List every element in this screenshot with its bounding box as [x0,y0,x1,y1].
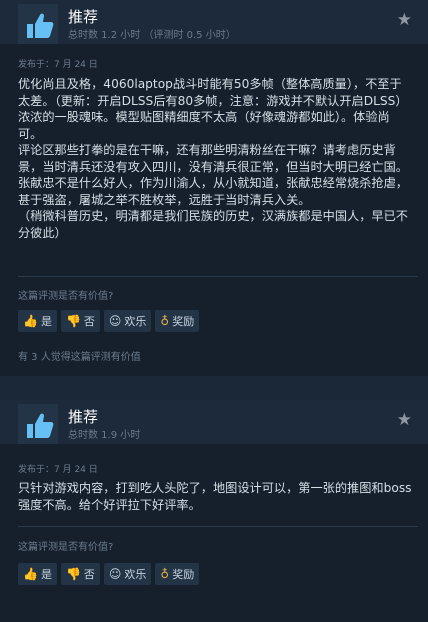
vote-funny-label: 欢乐 [124,315,147,328]
vote-yes-button[interactable]: 👍 是 [18,563,57,585]
divider [18,526,418,527]
review-paragraph: 优化尚且及格，4060laptop战斗时能有50多帧（整体高质量），不至于太差。… [18,77,408,108]
divider [18,276,418,277]
vote-buttons: 👍 是 👎 否 ☺ 欢乐 ♁ 奖励 [18,310,200,332]
thumbs-up-icon [18,404,58,444]
posted-date: 发布于：7 月 24 日 [18,465,98,475]
star-icon[interactable]: ★ [397,412,412,429]
smiley-icon: ☺ [108,567,122,581]
playtime: 总时数 1.9 小时 [68,430,141,441]
star-icon[interactable]: ★ [397,12,412,29]
recommendation-title: 推荐 [68,8,99,26]
review-card: 推荐 总时数 1.2 小时 （评测时 0.5 小时） ★ 发布于：7 月 24 … [0,0,428,376]
vote-buttons: 👍 是 👎 否 ☺ 欢乐 ♁ 奖励 [18,563,200,585]
posted-date: 发布于：7 月 24 日 [18,60,98,70]
vote-no-label: 否 [83,568,95,581]
award-button[interactable]: ♁ 奖励 [155,563,200,585]
award-label: 奖励 [172,315,195,328]
review-header: 推荐 总时数 1.2 小时 （评测时 0.5 小时） ★ [0,0,428,44]
review-body: 优化尚且及格，4060laptop战斗时能有50多帧（整体高质量），不至于太差。… [18,76,413,241]
vote-yes-button[interactable]: 👍 是 [18,310,57,332]
thumbs-up-icon [18,4,58,44]
thumbs-up-icon: 👍 [23,314,38,328]
helpful-question: 这篇评测是否有价值? [18,542,114,553]
vote-funny-button[interactable]: ☺ 欢乐 [103,563,152,585]
award-icon: ♁ [160,314,170,328]
thumbs-down-icon: 👎 [65,314,81,328]
review-card: 推荐 总时数 1.9 小时 ★ 发布于：7 月 24 日 只针对游戏内容，打到吃… [0,400,428,622]
helpful-count: 有 3 人觉得这篇评测有价值 [18,352,141,363]
recommendation-title: 推荐 [68,408,99,426]
review-header: 推荐 总时数 1.9 小时 ★ [0,400,428,444]
review-body: 只针对游戏内容，打到吃人头陀了，地图设计可以，第一张的推图和boss强度不高。给… [18,480,413,513]
vote-no-button[interactable]: 👎 否 [60,310,100,332]
review-paragraph: 评论区那些打拳的是在干嘛，还有那些明清粉丝在干嘛？请考虑历史背景，当时清兵还没有… [18,143,408,207]
review-paragraph: 浓浓的一股魂味。模型贴图精细度不太高（好像魂游都如此）。体验尚可。 [18,110,390,141]
vote-yes-label: 是 [40,568,52,581]
review-paragraph: 只针对游戏内容，打到吃人头陀了，地图设计可以，第一张的推图和boss强度不高。给… [18,481,412,512]
helpful-question: 这篇评测是否有价值? [18,291,114,302]
award-label: 奖励 [172,568,195,581]
vote-no-button[interactable]: 👎 否 [60,563,100,585]
award-button[interactable]: ♁ 奖励 [155,310,200,332]
playtime: 总时数 1.2 小时 （评测时 0.5 小时） [68,30,236,41]
award-icon: ♁ [160,567,170,581]
thumbs-up-icon: 👍 [23,567,38,581]
thumbs-down-icon: 👎 [65,567,81,581]
vote-funny-button[interactable]: ☺ 欢乐 [103,310,152,332]
smiley-icon: ☺ [108,314,122,328]
vote-no-label: 否 [83,315,95,328]
review-paragraph: （稍微科普历史，明清都是我们民族的历史，汉满族都是中国人，早已不分彼此） [18,209,408,240]
steam-reviews-page: 推荐 总时数 1.2 小时 （评测时 0.5 小时） ★ 发布于：7 月 24 … [0,0,428,622]
vote-funny-label: 欢乐 [124,568,147,581]
vote-yes-label: 是 [40,315,52,328]
